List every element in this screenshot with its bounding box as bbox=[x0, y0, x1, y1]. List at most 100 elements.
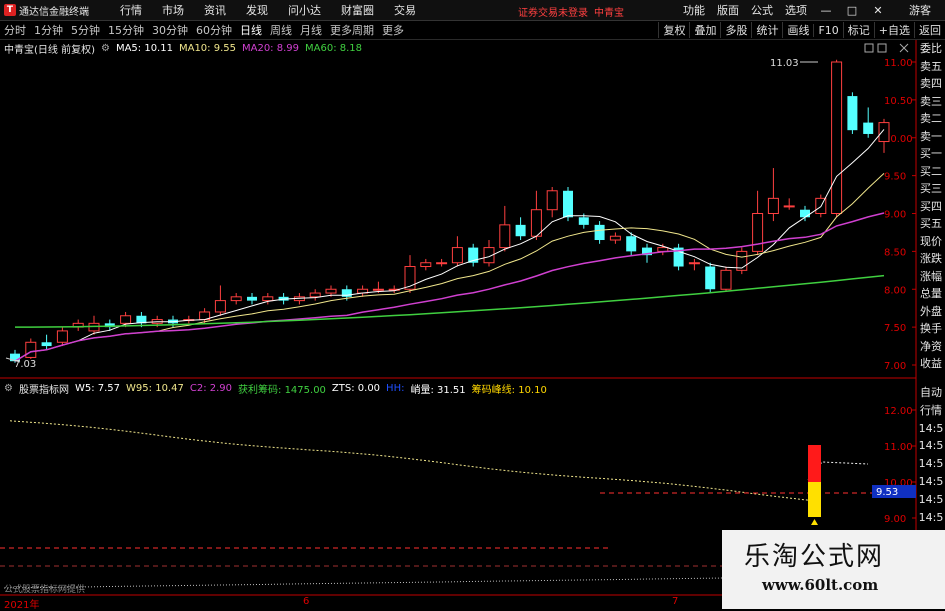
bottom-dotted-line bbox=[3, 577, 725, 589]
candle bbox=[546, 186, 558, 218]
price-axis-ticks: 11.0010.5010.009.509.008.508.007.507.00 bbox=[884, 58, 916, 372]
indicator-c2: C2: 2.90 bbox=[189, 382, 233, 394]
ma20-label: MA20: 8.99 bbox=[241, 42, 299, 54]
side-tick-1: 行情 bbox=[920, 403, 942, 417]
ma10-line bbox=[14, 173, 885, 362]
candle bbox=[451, 236, 463, 267]
gear-icon[interactable]: ⚙ bbox=[101, 43, 110, 54]
candle bbox=[183, 315, 195, 324]
side-label-10: 买五 bbox=[920, 217, 942, 230]
side-label-9: 买四 bbox=[920, 199, 942, 213]
watermark-url: www.60lt.com bbox=[762, 576, 879, 594]
candle bbox=[247, 293, 257, 305]
side-label-15: 外盘 bbox=[920, 304, 942, 318]
side-label-12: 涨跌 bbox=[920, 252, 942, 265]
date-axis: 2021年 6 7 bbox=[0, 596, 722, 611]
side-label-18: 收益 bbox=[920, 357, 942, 370]
maximize-panel-icon[interactable] bbox=[877, 43, 887, 53]
indicator-w5: W5: 7.57 bbox=[74, 382, 121, 394]
side-label-6: 买一 bbox=[920, 147, 942, 160]
signal-bar-red bbox=[808, 445, 821, 482]
candle bbox=[831, 59, 843, 218]
indicator-hh: HH: bbox=[386, 382, 405, 394]
low-price-label: 7.03 bbox=[14, 359, 36, 370]
signal-arrow-icon bbox=[811, 519, 818, 525]
candle bbox=[800, 205, 810, 222]
indicator-zts: ZTS: 0.00 bbox=[331, 382, 381, 394]
indicator-tick-label: 12.00 bbox=[884, 406, 913, 417]
quote-side-panel: 委比 卖五 卖四 卖三 卖二 卖一 买一 买二 买三 买四 买五 现价 涨跌 涨幅 总量 外盘 换手 净资 收益 bbox=[917, 40, 945, 373]
side-tick-3: 14:5 bbox=[918, 439, 944, 453]
price-tick-label: 7.00 bbox=[884, 361, 906, 372]
indicator-dotted-line bbox=[9, 420, 822, 502]
formula-caption: 公式股票指标网提供 bbox=[4, 585, 86, 595]
price-tick-label: 9.00 bbox=[884, 210, 906, 221]
side-label-8: 买三 bbox=[920, 182, 942, 195]
candle bbox=[357, 285, 369, 297]
signal-bar-yellow bbox=[808, 482, 821, 517]
stock-period-label[interactable]: 中青宝(日线 前复权) bbox=[4, 41, 95, 56]
indicator-axis-ticks: 12.0011.0010.009.00 bbox=[884, 406, 916, 525]
indicator-name[interactable]: 股票指标网 bbox=[19, 381, 69, 396]
side-tick-5: 14:5 bbox=[918, 474, 944, 488]
expand-icon[interactable] bbox=[864, 43, 874, 53]
candle bbox=[309, 289, 321, 301]
candle bbox=[436, 258, 448, 267]
site-watermark: 乐淘公式网 www.60lt.com bbox=[722, 530, 945, 609]
side-label-14: 总量 bbox=[920, 287, 942, 300]
date-label-june: 6 bbox=[303, 596, 310, 607]
price-tick-label: 11.00 bbox=[884, 58, 913, 69]
current-value-text: 9.53 bbox=[876, 487, 898, 498]
side-label-13: 涨幅 bbox=[920, 269, 942, 283]
candle bbox=[688, 258, 700, 271]
price-tick-label: 8.00 bbox=[884, 285, 906, 296]
price-tick-label: 8.50 bbox=[884, 247, 906, 258]
candle bbox=[72, 319, 84, 331]
candle bbox=[673, 243, 684, 271]
date-label-july: 7 bbox=[672, 596, 679, 607]
candle bbox=[214, 285, 226, 316]
indicator-legend: ⚙ 股票指标网 W5: 7.57 W95: 10.47 C2: 2.90 获利筹… bbox=[4, 381, 553, 396]
candle bbox=[783, 198, 795, 210]
gear-icon[interactable]: ⚙ bbox=[4, 383, 13, 394]
watermark-title: 乐淘公式网 bbox=[744, 542, 885, 572]
candle bbox=[515, 217, 526, 241]
candle bbox=[609, 232, 621, 244]
candle bbox=[388, 285, 400, 294]
low-marker: 7.03 bbox=[5, 357, 36, 370]
candle bbox=[705, 262, 716, 294]
candle bbox=[767, 168, 779, 222]
side-label-3: 卖三 bbox=[920, 94, 942, 108]
price-tick-label: 9.50 bbox=[884, 172, 906, 183]
candle bbox=[752, 190, 764, 256]
indicator-profit-chips: 获利筹码: 1475.00 bbox=[238, 384, 326, 396]
candle bbox=[499, 205, 511, 252]
candle bbox=[878, 118, 890, 153]
trading-terminal-window: T 通达信金融终端 行情 市场 资讯 发现 问小达 财富圈 交易 证券交易未登录… bbox=[0, 0, 945, 611]
candle bbox=[25, 338, 37, 359]
indicator-volume: 峭量: 31.51 bbox=[410, 384, 466, 396]
price-tick-label: 7.50 bbox=[884, 323, 906, 334]
indicator-tick-label: 9.00 bbox=[884, 514, 906, 525]
ma5-label: MA5: 10.11 bbox=[115, 42, 173, 54]
price-tick-label: 10.50 bbox=[884, 96, 913, 107]
side-label-4: 卖二 bbox=[920, 112, 942, 125]
side-tick-7: 14:5 bbox=[918, 510, 944, 524]
side-tick-2: 14:5 bbox=[918, 421, 944, 435]
kline-chart-canvas[interactable]: 11.0010.5010.009.509.008.508.007.507.00 … bbox=[0, 0, 945, 609]
ma-legend: 中青宝(日线 前复权) ⚙ MA5: 10.11 MA10: 9.55 MA20… bbox=[4, 41, 368, 56]
indicator-w95: W95: 10.47 bbox=[126, 382, 184, 394]
side-tick-4: 14:5 bbox=[918, 457, 944, 471]
candle bbox=[41, 334, 52, 350]
side-label-0: 委比 bbox=[920, 42, 942, 55]
side-label-1: 卖五 bbox=[920, 59, 942, 73]
high-price-label: 11.03 bbox=[770, 58, 799, 69]
candle bbox=[56, 327, 68, 347]
side-label-2: 卖四 bbox=[920, 77, 942, 90]
high-marker: 11.03 bbox=[770, 58, 818, 69]
indicator-tick-label: 11.00 bbox=[884, 442, 913, 453]
indicator-chip-peak: 筹码峰线: 10.10 bbox=[471, 384, 547, 396]
candle bbox=[120, 311, 132, 328]
side-label-16: 换手 bbox=[920, 322, 942, 335]
side-label-5: 卖一 bbox=[920, 129, 942, 143]
